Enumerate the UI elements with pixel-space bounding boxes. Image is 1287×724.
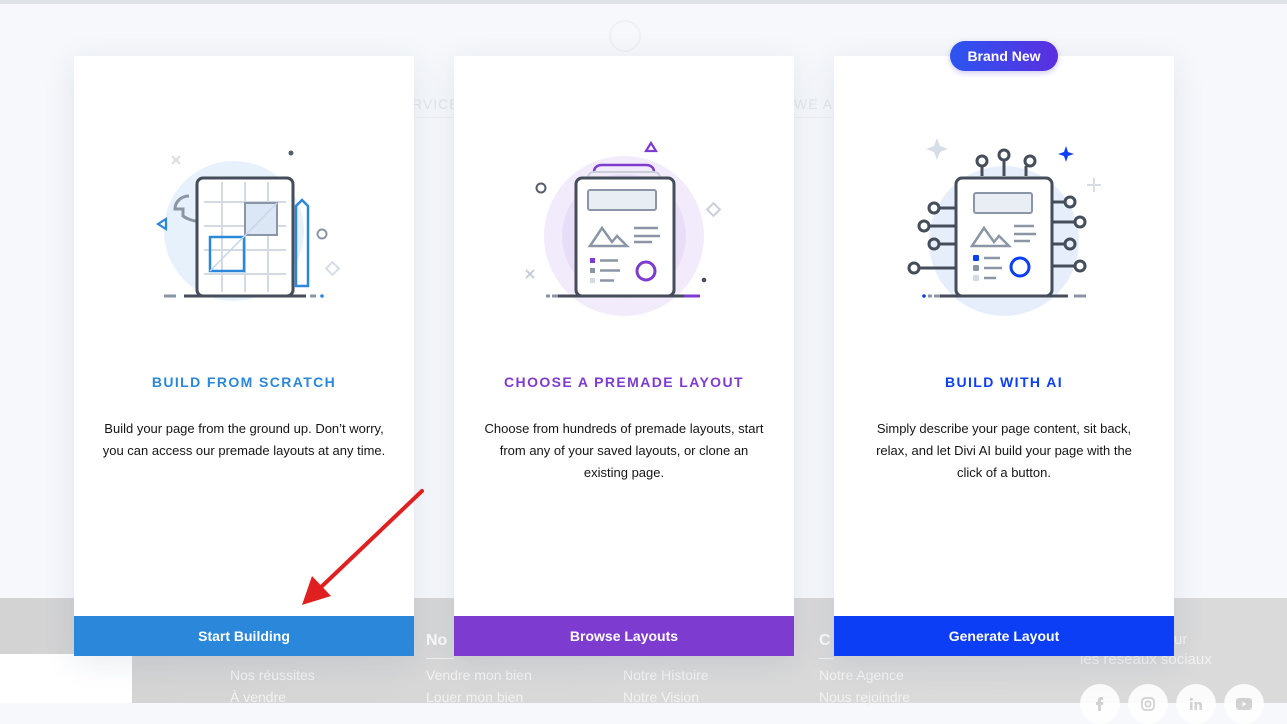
footer-white-block [0,654,132,703]
browse-layouts-button[interactable]: Browse Layouts [454,616,794,656]
linkedin-icon[interactable] [1176,684,1216,724]
ai-circuit-illustration-icon [907,138,1101,316]
card-description: Choose from hundreds of premade layouts,… [484,421,764,480]
brand-new-badge: Brand New [950,41,1058,71]
start-building-button[interactable]: Start Building [74,616,414,656]
background-logo-icon [609,20,641,52]
footer-heading: C [819,632,831,649]
layout-document-illustration-icon [525,140,722,316]
footer-link[interactable]: Vendre mon bien [426,667,532,683]
top-border [0,0,1287,4]
background-nav-item: RVICE [412,96,460,112]
footer-link[interactable]: Notre Agence [819,667,904,683]
card-title: BUILD WITH AI [945,374,1063,390]
footer-link[interactable]: Nos réussites [230,667,315,683]
card-title: CHOOSE A PREMADE LAYOUT [504,374,744,390]
blueprint-illustration-icon [155,150,341,301]
youtube-icon[interactable] [1224,684,1264,724]
card-description: Build your page from the ground up. Don’… [102,421,386,458]
choose-premade-layout-card: CHOOSE A PREMADE LAYOUT Choose from hund… [454,56,794,656]
instagram-icon[interactable] [1128,684,1168,724]
footer-heading: No [426,632,448,649]
facebook-icon[interactable] [1080,684,1120,724]
footer-heading: ur [1174,631,1188,648]
build-from-scratch-card: BUILD FROM SCRATCH Build your page from … [74,56,414,656]
footer-link[interactable]: Notre Histoire [623,667,709,683]
build-with-ai-card: BUILD WITH AI Simply describe your page … [834,56,1174,656]
card-description: Simply describe your page content, sit b… [876,421,1132,480]
generate-layout-button[interactable]: Generate Layout [834,616,1174,656]
card-title: BUILD FROM SCRATCH [151,374,337,390]
